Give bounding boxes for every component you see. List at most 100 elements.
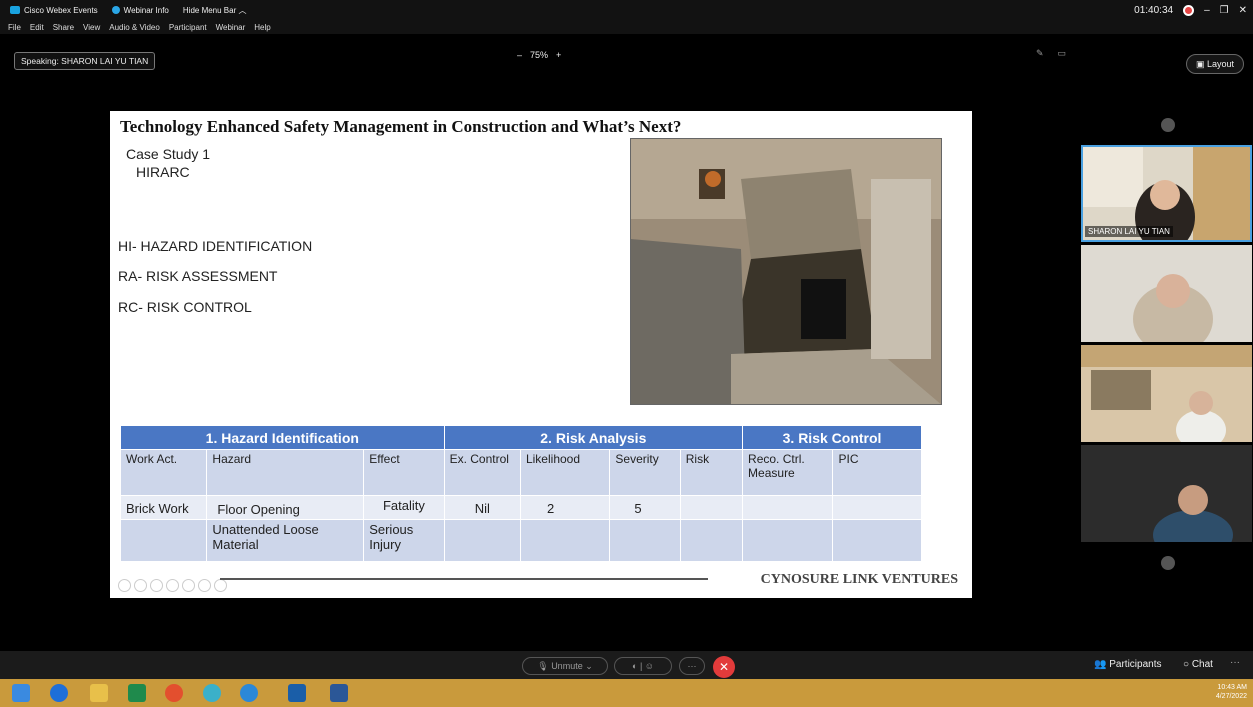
unmute-button[interactable]: 🎙 Unmute ⌄ — [522, 657, 608, 675]
recording-icon[interactable] — [1183, 4, 1195, 16]
hide-menu-label: Hide Menu Bar — [182, 5, 237, 15]
cell — [832, 495, 922, 520]
table-row: Unattended Loose Material Serious Injury — [119, 519, 922, 562]
chat-button[interactable]: ○ Chat — [1183, 659, 1213, 670]
menu-participant[interactable]: Participant — [169, 23, 207, 32]
col-work-act: Work Act. — [119, 449, 208, 496]
layout-button[interactable]: ▣ Layout — [1186, 54, 1244, 74]
zoom-in-button[interactable]: + — [556, 50, 561, 60]
slide-nav-controls — [118, 579, 227, 592]
screen-icon[interactable] — [198, 579, 211, 592]
zoom-level: 75% — [530, 50, 549, 60]
menu-bar: File Edit Share View Audio & Video Parti… — [0, 20, 1253, 34]
pop-out-icon[interactable]: ▭ — [1058, 48, 1067, 59]
ra-definition: RA- RISK ASSESSMENT — [118, 268, 278, 284]
col-hazard: Hazard — [206, 449, 365, 496]
video-reactions-group[interactable]: ◐ | ☺ — [614, 657, 672, 675]
col-severity: Severity — [609, 449, 681, 496]
previous-slide-icon[interactable] — [118, 579, 131, 592]
participants-label: Participants — [1109, 659, 1162, 670]
meeting-controls-bar: 🎙 Unmute ⌄ ◐ | ☺ ··· ✕ 👥 Participants ○ … — [0, 651, 1253, 679]
hi-definition: HI- HAZARD IDENTIFICATION — [118, 238, 313, 254]
hirarc-label: HIRARC — [136, 164, 190, 180]
cell: 5 — [609, 495, 681, 520]
cell: 2 — [519, 495, 611, 520]
slides-grid-icon[interactable] — [166, 579, 179, 592]
annotate-icon[interactable]: ✎ — [1036, 48, 1044, 59]
cell: Nil — [443, 495, 521, 520]
video-tile[interactable] — [1081, 245, 1252, 342]
minimize-button[interactable]: – — [1204, 5, 1210, 16]
scroll-up-button[interactable] — [1161, 118, 1175, 132]
group-hazard-identification: 1. Hazard Identification — [120, 425, 445, 450]
chrome-icon[interactable] — [165, 684, 183, 702]
clock-date: 4/27/2022 — [1215, 693, 1247, 700]
zoom-icon[interactable] — [182, 579, 195, 592]
window-controls: 01:40:34 – ❐ ✕ — [1134, 0, 1247, 20]
stage-top-icons: ✎ ▭ — [1036, 48, 1066, 59]
cell: Serious Injury — [363, 519, 445, 562]
zoom-control: – 75% + — [517, 50, 561, 60]
group-risk-analysis: 2. Risk Analysis — [443, 425, 744, 450]
store-icon[interactable] — [128, 684, 146, 702]
menu-edit[interactable]: Edit — [30, 23, 44, 32]
webex-logo-icon — [10, 6, 20, 14]
start-icon[interactable] — [12, 684, 30, 702]
play-icon[interactable] — [134, 579, 147, 592]
windows-taskbar: 10:43 AM 4/27/2022 — [0, 679, 1253, 707]
video-tile[interactable] — [1081, 445, 1252, 542]
system-tray: 10:43 AM 4/27/2022 — [1216, 683, 1247, 701]
cell — [119, 519, 208, 562]
slide-title: Technology Enhanced Safety Management in… — [120, 117, 682, 136]
clock-time: 10:43 AM — [1217, 684, 1247, 691]
participant-name-tag: SHARON LAI YU TIAN — [1085, 226, 1173, 237]
edge-legacy-icon[interactable] — [50, 684, 68, 702]
col-reco-ctrl-measure: Reco. Ctrl. Measure — [742, 449, 834, 496]
cell — [832, 519, 922, 562]
speaking-indicator: Speaking: SHARON LAI YU TIAN — [14, 52, 156, 70]
menu-view[interactable]: View — [83, 23, 100, 32]
session-timer: 01:40:34 — [1134, 4, 1174, 16]
restore-button[interactable]: ❐ — [1220, 5, 1229, 16]
hide-menu-bar-button[interactable]: Hide Menu Bar ︿ — [183, 5, 247, 16]
edge-icon[interactable] — [240, 684, 258, 702]
layout-label: Layout — [1206, 59, 1235, 69]
menu-help[interactable]: Help — [254, 23, 270, 32]
col-ex-control: Ex. Control — [443, 449, 521, 496]
menu-audio-video[interactable]: Audio & Video — [109, 23, 160, 32]
cell — [742, 519, 834, 562]
pen-icon[interactable] — [150, 579, 163, 592]
company-footer: CYNOSURE LINK VENTURES — [760, 572, 958, 587]
close-button[interactable]: ✕ — [1239, 5, 1247, 16]
floor-opening-photo — [630, 138, 942, 405]
presentation-slide: Technology Enhanced Safety Management in… — [110, 111, 972, 598]
webinar-info-button[interactable]: Webinar Info — [111, 6, 169, 15]
video-tile[interactable] — [1081, 345, 1252, 442]
file-explorer-icon[interactable] — [90, 684, 108, 702]
menu-file[interactable]: File — [8, 23, 21, 32]
panel-more-button[interactable]: ··· — [1230, 657, 1240, 668]
end-call-button[interactable]: ✕ — [713, 656, 735, 678]
app-name: Cisco Webex Events — [24, 5, 98, 15]
table-row: Brick Work Floor Opening Fatality Nil 2 … — [119, 495, 922, 520]
scroll-down-button[interactable] — [1161, 556, 1175, 570]
menu-share[interactable]: Share — [53, 23, 74, 32]
app-title: Cisco Webex Events — [10, 6, 98, 15]
video-tile-speaker[interactable]: SHARON LAI YU TIAN — [1081, 145, 1252, 242]
webex-events-icon[interactable] — [288, 684, 306, 702]
participants-button[interactable]: 👥 Participants — [1094, 659, 1161, 670]
cell: Floor Opening — [206, 495, 365, 520]
word-icon[interactable] — [330, 684, 348, 702]
webex-meetings-icon[interactable] — [203, 684, 221, 702]
more-actions-button[interactable]: ··· — [679, 657, 705, 675]
info-icon — [111, 6, 120, 14]
rc-definition: RC- RISK CONTROL — [118, 299, 252, 315]
zoom-out-button[interactable]: – — [517, 50, 522, 60]
more-options-icon[interactable] — [214, 579, 227, 592]
cell: Brick Work — [119, 495, 208, 520]
menu-webinar[interactable]: Webinar — [216, 23, 246, 32]
title-bar: Cisco Webex Events Webinar Info Hide Men… — [0, 0, 1253, 20]
cell: Fatality — [363, 495, 445, 520]
footer-divider — [220, 578, 708, 580]
cell — [443, 519, 521, 562]
